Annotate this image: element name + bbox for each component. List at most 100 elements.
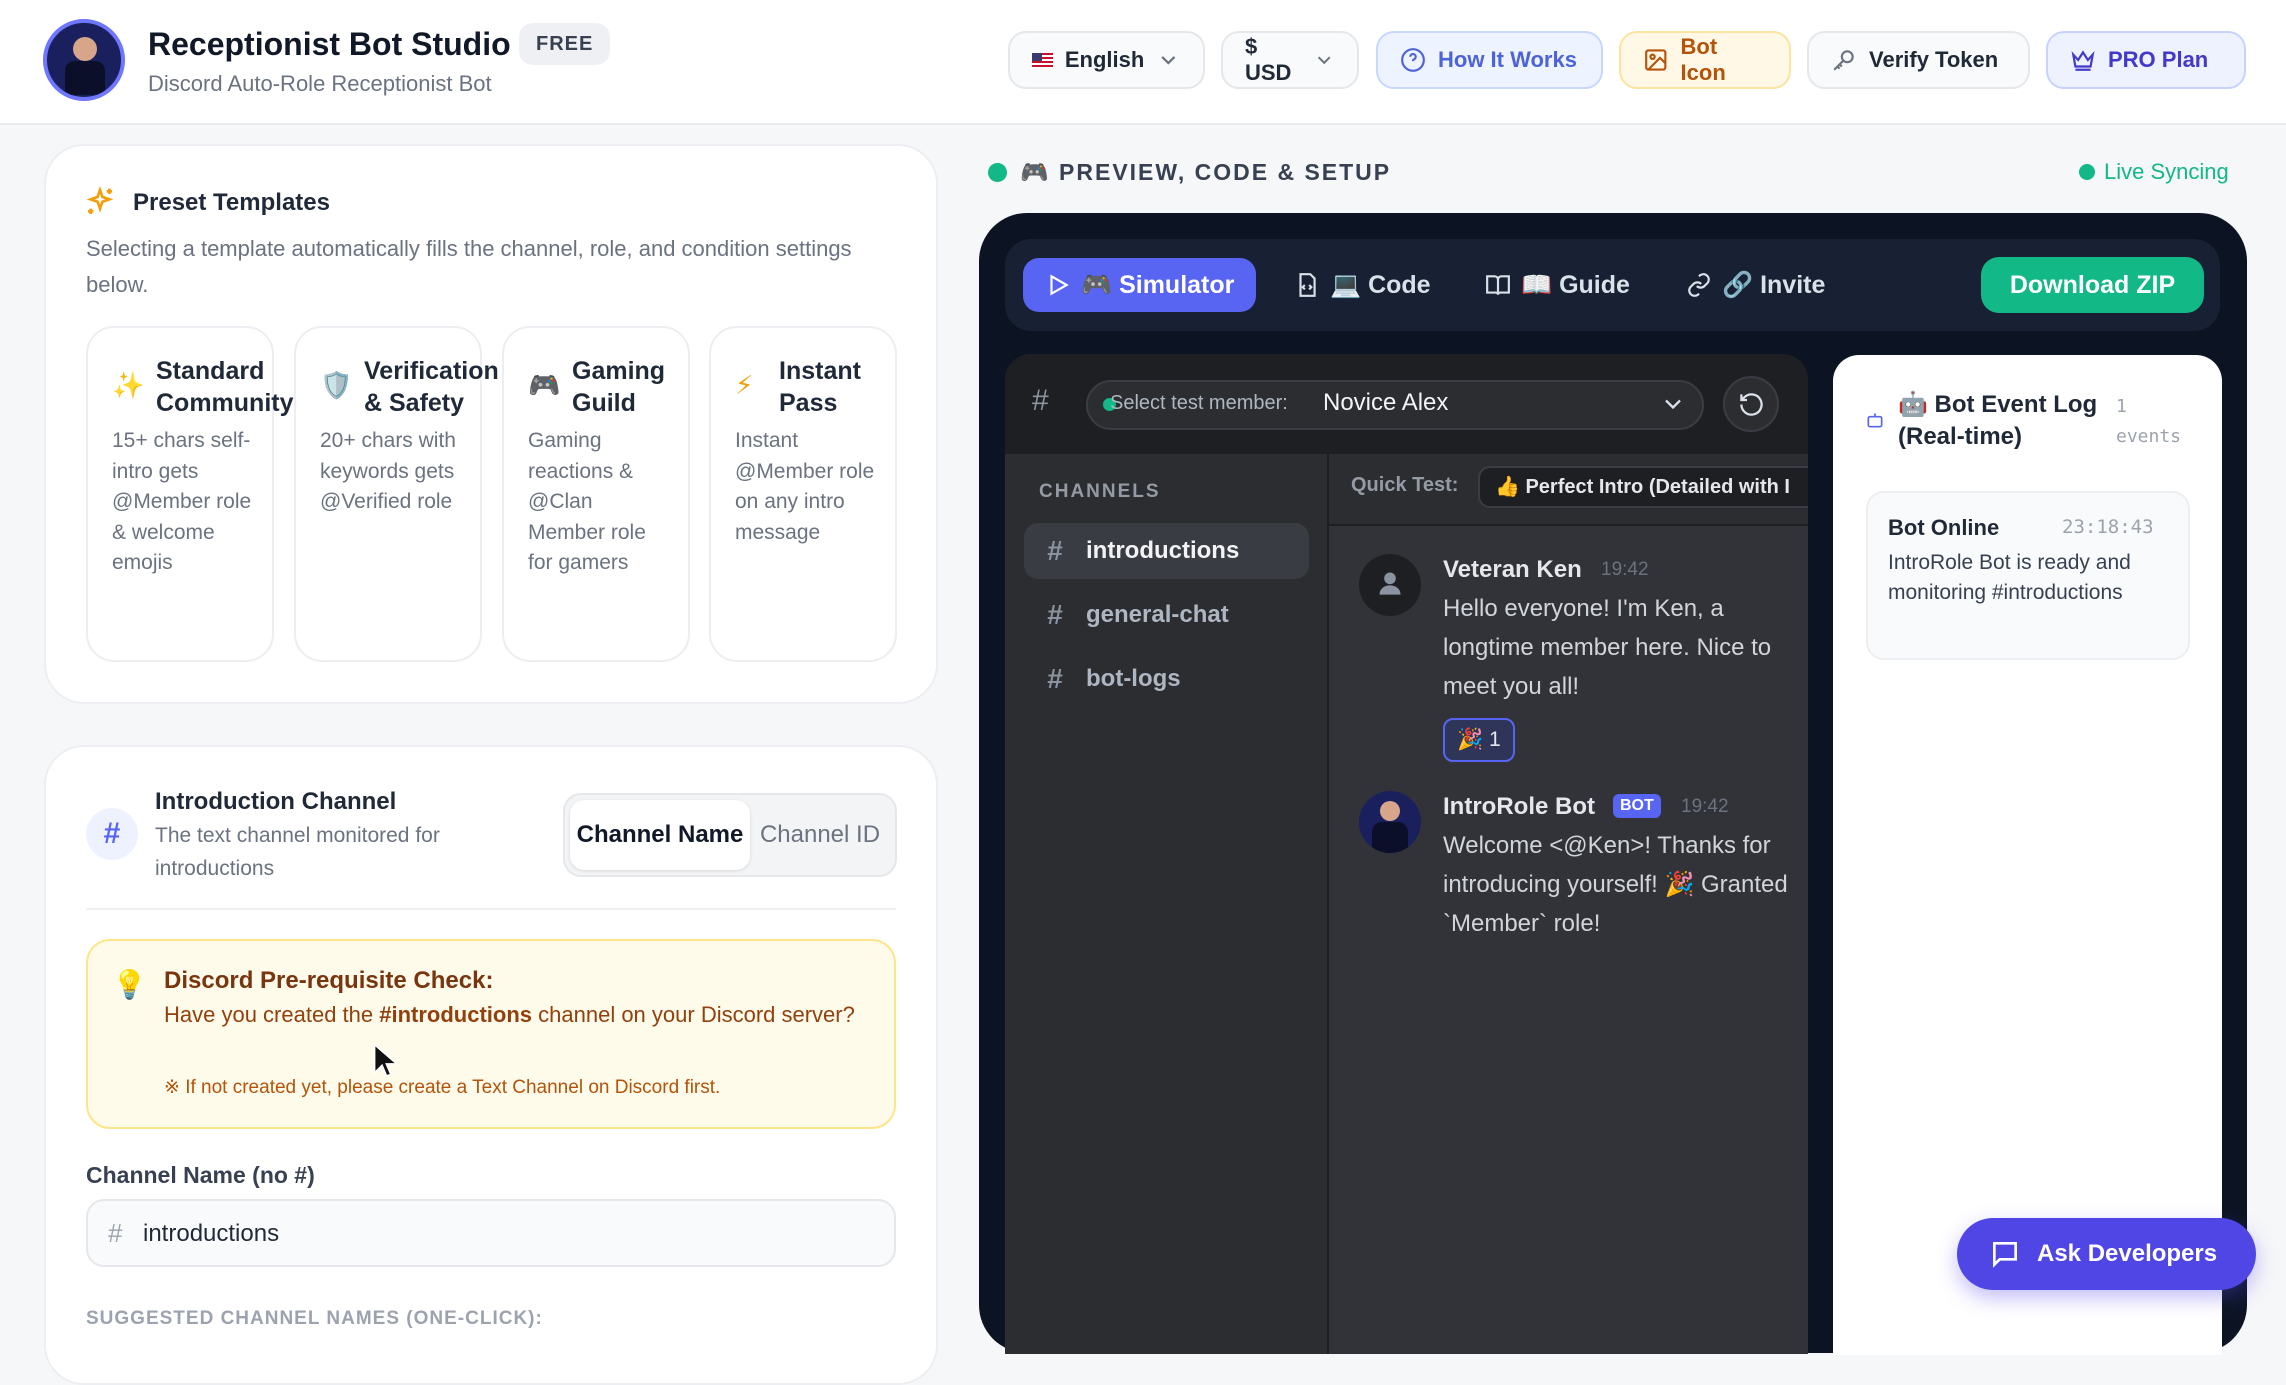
crown-icon	[2071, 50, 2095, 71]
prerequisite-channel: #introductions	[379, 1002, 533, 1027]
preset-templates-title: Preset Templates	[133, 189, 330, 216]
chevron-down-icon	[1161, 56, 1176, 65]
live-syncing-label: Live Syncing	[2104, 159, 2229, 184]
tab-code[interactable]: 💻 Code	[1272, 258, 1453, 312]
user-avatar	[1359, 554, 1421, 616]
prerequisite-title: Discord Pre-requisite Check:	[164, 967, 494, 994]
channel-hash-icon: #	[1032, 384, 1049, 417]
template-card-instant-pass[interactable]: ⚡ Instant Pass Instant @Member role on a…	[709, 326, 897, 662]
intro-channel-description: The text channel monitored for introduct…	[155, 824, 440, 880]
bot-badge: BOT	[1613, 794, 1661, 818]
template-title: Gaming Guild	[572, 357, 666, 417]
template-card-verification-safety[interactable]: 🛡️ Verification & Safety 20+ chars with …	[294, 326, 499, 662]
prerequisite-note: ※ If not created yet, please create a Te…	[164, 1077, 721, 1098]
pro-plan-label: PRO Plan	[2108, 47, 2209, 72]
book-icon	[1486, 275, 1510, 295]
tab-guide-label: 📖 Guide	[1521, 270, 1630, 299]
reaction-badge[interactable]: 🎉 1	[1443, 718, 1515, 762]
chat-bubble-icon	[1993, 1242, 2017, 1268]
live-dot	[2079, 164, 2095, 180]
bot-icon-button[interactable]: Bot Icon	[1619, 31, 1791, 89]
template-description: 15+ chars self-intro gets @Member role &…	[112, 429, 252, 574]
tab-invite[interactable]: 🔗 Invite	[1664, 258, 1847, 312]
channel-introductions[interactable]: # introductions	[1024, 523, 1309, 579]
message-time: 19:42	[1601, 559, 1649, 580]
suggested-channels-label: SUGGESTED CHANNEL NAMES (ONE-CLICK):	[86, 1308, 543, 1329]
bot-avatar-body	[1372, 822, 1408, 853]
channel-label: bot-logs	[1086, 665, 1181, 692]
event-title: Bot Online	[1888, 515, 2000, 540]
event-log-title: 🤖 Bot Event Log (Real-time)	[1898, 391, 2098, 450]
message-author: Veteran Ken	[1443, 556, 1582, 583]
plan-badge: FREE	[519, 23, 611, 65]
preset-templates-description: Selecting a template automatically fills…	[86, 236, 852, 297]
toggle-channel-id[interactable]: Channel ID	[750, 800, 890, 870]
message-author: IntroRole Bot	[1443, 793, 1595, 820]
template-description: Instant @Member role on any intro messag…	[735, 429, 875, 544]
chevron-down-icon	[1665, 399, 1681, 410]
template-card-gaming-guild[interactable]: 🎮 Gaming Guild Gaming reactions & @Clan …	[502, 326, 690, 662]
prerequisite-text-1: Have you created the	[164, 1002, 380, 1027]
ask-developers-label: Ask Developers	[2037, 1240, 2218, 1267]
channel-label: introductions	[1086, 537, 1240, 564]
event-text: IntroRole Bot is ready and monitoring #i…	[1888, 551, 2131, 604]
bot-icon-label: Bot Icon	[1680, 34, 1726, 85]
intro-channel-title: Introduction Channel	[155, 788, 397, 815]
code-file-icon	[1299, 273, 1316, 297]
pro-plan-button[interactable]: PRO Plan	[2046, 31, 2246, 89]
toggle-channel-name[interactable]: Channel Name	[570, 800, 750, 870]
bot-avatar-face	[1380, 801, 1400, 821]
sparkle-icon: ✨	[112, 370, 145, 400]
user-icon	[1379, 572, 1401, 595]
tab-guide[interactable]: 📖 Guide	[1463, 258, 1652, 312]
refresh-icon	[1740, 393, 1763, 416]
channel-name-value: introductions	[143, 1220, 280, 1247]
play-icon	[1050, 274, 1069, 296]
verify-token-button[interactable]: Verify Token	[1807, 31, 2030, 89]
hash-icon: #	[86, 808, 138, 860]
currency-label: $ USD	[1245, 34, 1292, 85]
image-icon	[1645, 49, 1667, 71]
app-title: Receptionist Bot Studio	[148, 26, 511, 62]
sparkles-icon	[86, 186, 114, 214]
channel-name-label: Channel Name (no #)	[86, 1162, 315, 1188]
reset-button[interactable]	[1723, 376, 1779, 432]
currency-select[interactable]: $ USD	[1221, 31, 1359, 89]
app-header: Receptionist Bot Studio FREE Discord Aut…	[0, 0, 2286, 125]
channel-general-chat[interactable]: # general-chat	[1024, 587, 1309, 643]
language-select[interactable]: English	[1008, 31, 1205, 89]
hash-icon: #	[1047, 535, 1063, 566]
template-title: Instant Pass	[779, 357, 861, 417]
tab-invite-label: 🔗 Invite	[1722, 270, 1826, 299]
hash-icon: #	[1047, 663, 1063, 694]
quick-test-select[interactable]: 👍 Perfect Intro (Detailed with I	[1478, 466, 1808, 508]
bot-avatar	[1359, 791, 1421, 853]
hash-icon: #	[1047, 599, 1063, 630]
preview-title: 🎮 PREVIEW, CODE & SETUP	[1020, 159, 1392, 185]
channel-bot-logs[interactable]: # bot-logs	[1024, 651, 1309, 707]
how-it-works-button[interactable]: How It Works	[1376, 31, 1603, 89]
template-card-standard-community[interactable]: ✨ Standard Community 15+ chars self-intr…	[86, 326, 294, 662]
template-description: 20+ chars with keywords gets @Verified r…	[320, 429, 456, 513]
message-text: Welcome <@Ken>! Thanks for introducing y…	[1443, 832, 1788, 937]
verify-token-label: Verify Token	[1869, 47, 1999, 72]
app-logo	[43, 19, 125, 101]
bot-icon	[1867, 413, 1883, 428]
event-time: 23:18:43	[2062, 516, 2154, 538]
quick-test-label: Quick Test:	[1351, 474, 1459, 496]
app-subtitle: Discord Auto-Role Receptionist Bot	[148, 71, 492, 96]
ask-developers-button[interactable]: Ask Developers	[1957, 1218, 2256, 1290]
chevron-down-icon	[1317, 56, 1331, 65]
tab-simulator-label: 🎮 Simulator	[1081, 270, 1235, 299]
status-dot	[988, 163, 1007, 182]
test-member-value: Novice Alex	[1323, 389, 1449, 416]
tab-code-label: 💻 Code	[1330, 270, 1431, 299]
us-flag-icon	[1032, 52, 1053, 68]
message-text: Hello everyone! I'm Ken, a longtime memb…	[1443, 595, 1772, 700]
tab-simulator[interactable]: 🎮 Simulator	[1023, 258, 1257, 312]
help-circle-icon	[1401, 48, 1425, 72]
template-description: Gaming reactions & @Clan Member role for…	[528, 429, 646, 574]
download-zip-button[interactable]: Download ZIP	[1981, 257, 2204, 313]
gamepad-icon: 🎮	[528, 370, 561, 400]
event-count: 1 events	[2116, 396, 2182, 447]
